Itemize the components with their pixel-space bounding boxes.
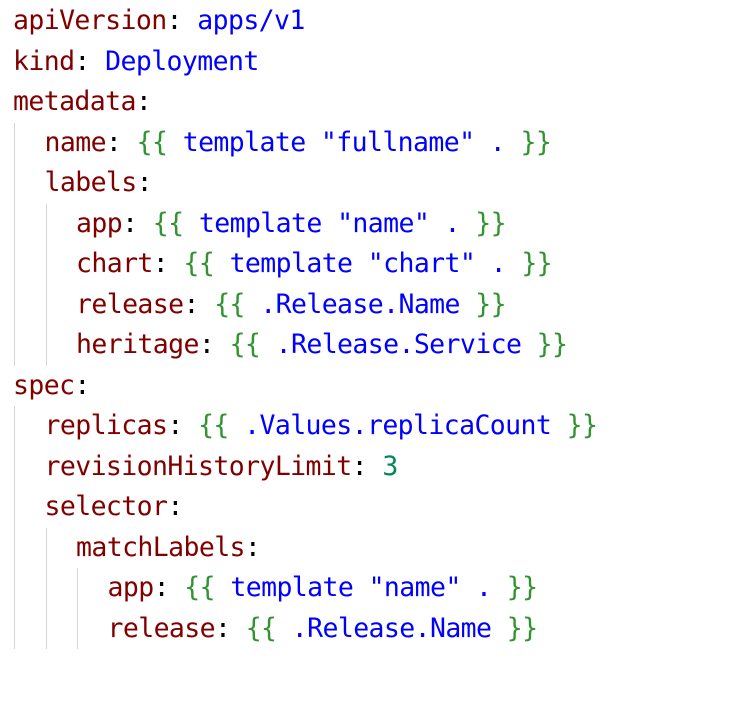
yaml-value: 3	[382, 450, 398, 482]
template-open-brace: {{	[229, 329, 261, 360]
template-expression: template "fullname" .	[182, 126, 506, 158]
yaml-colon: :	[214, 612, 231, 644]
indent-guide	[77, 568, 78, 649]
code-editor[interactable]: apiVersion: apps/v1 kind: Deployment metad…	[0, 0, 731, 720]
yaml-key: matchLabels	[76, 531, 246, 563]
template-open-brace: {{	[245, 612, 277, 644]
yaml-key: name	[44, 126, 107, 158]
code-line[interactable]: revisionHistoryLimit: 3	[44, 447, 399, 487]
yaml-colon: :	[152, 248, 169, 279]
template-close-brace: }}	[506, 612, 538, 644]
yaml-key: labels	[44, 167, 138, 198]
template-open-brace: {{	[136, 126, 168, 158]
template-open-brace: {{	[198, 410, 229, 441]
code-line[interactable]: replicas: {{ .Values.replicaCount }}	[45, 406, 598, 446]
template-close-brace: }}	[475, 288, 506, 320]
template-expression: .Release.Name	[260, 288, 460, 320]
yaml-key: apiVersion	[13, 5, 167, 36]
code-line[interactable]: selector:	[44, 487, 184, 527]
template-close-brace: }}	[520, 126, 552, 158]
yaml-key: revisionHistoryLimit	[44, 450, 353, 482]
indent-guide	[14, 122, 15, 366]
indent-guide	[45, 203, 47, 366]
template-open-brace: {{	[184, 572, 216, 603]
yaml-key: metadata	[13, 86, 136, 117]
yaml-colon: :	[167, 410, 183, 441]
code-line[interactable]: heritage: {{ .Release.Service }}	[76, 325, 568, 365]
code-line[interactable]: matchLabels:	[76, 528, 261, 568]
code-line[interactable]: release: {{ .Release.Name }}	[107, 609, 539, 649]
template-close-brace: }}	[566, 410, 598, 441]
code-line[interactable]: app: {{ template "name" . }}	[76, 204, 507, 244]
yaml-key: kind	[13, 45, 75, 77]
code-line[interactable]: chart: {{ template "chart" . }}	[76, 244, 553, 284]
code-line[interactable]: kind: Deployment	[13, 42, 259, 82]
yaml-colon: :	[105, 126, 122, 158]
yaml-colon: :	[183, 288, 199, 320]
template-open-brace: {{	[214, 288, 245, 320]
yaml-key: app	[76, 207, 123, 239]
template-expression: template "name" .	[198, 207, 461, 239]
yaml-colon: :	[166, 5, 183, 36]
yaml-colon: :	[74, 45, 90, 77]
yaml-colon: :	[167, 491, 183, 522]
yaml-key: replicas	[44, 410, 168, 441]
yaml-key: release	[76, 288, 184, 320]
yaml-key: spec	[13, 369, 75, 401]
yaml-colon: :	[198, 329, 215, 360]
yaml-key: app	[107, 572, 155, 603]
code-line[interactable]: labels:	[45, 163, 153, 203]
yaml-colon: :	[153, 572, 170, 603]
yaml-value: apps/v1	[197, 5, 305, 36]
template-expression: .Values.replicaCount	[244, 410, 552, 441]
yaml-key: chart	[76, 248, 153, 279]
yaml-key: selector	[44, 491, 168, 522]
yaml-colon: :	[244, 531, 261, 563]
code-line[interactable]: release: {{ .Release.Name }}	[76, 285, 507, 325]
template-close-brace: }}	[475, 207, 506, 239]
template-expression: .Release.Name	[291, 612, 492, 644]
yaml-colon: :	[351, 450, 368, 482]
code-line[interactable]: apiVersion: apps/v1	[13, 1, 305, 41]
yaml-colon: :	[135, 86, 152, 117]
template-expression: template "chart" .	[229, 248, 507, 279]
yaml-key: release	[107, 612, 216, 644]
template-expression: template "name" .	[230, 572, 492, 603]
indent-guide	[14, 406, 15, 649]
code-line[interactable]: app: {{ template "name" . }}	[107, 568, 539, 608]
template-close-brace: }}	[521, 248, 553, 279]
template-expression: .Release.Service	[275, 329, 522, 360]
yaml-colon: :	[74, 369, 90, 401]
yaml-key: heritage	[76, 329, 199, 360]
yaml-colon: :	[122, 207, 138, 239]
indent-guide	[45, 527, 47, 649]
template-open-brace: {{	[152, 207, 184, 239]
template-close-brace: }}	[536, 329, 568, 360]
yaml-colon: :	[136, 167, 153, 198]
code-line[interactable]: name: {{ template "fullname" . }}	[45, 123, 552, 163]
template-open-brace: {{	[183, 248, 215, 279]
yaml-value: Deployment	[105, 45, 259, 77]
template-close-brace: }}	[506, 572, 538, 603]
code-line[interactable]: metadata:	[13, 82, 152, 122]
code-line[interactable]: spec:	[13, 366, 90, 406]
